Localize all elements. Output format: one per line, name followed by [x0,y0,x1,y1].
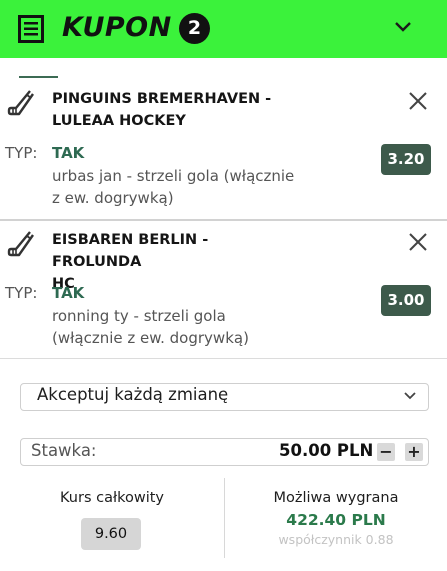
stake-input[interactable]: Stawka: 50.00 PLN − + [20,438,429,466]
hockey-stick-icon [7,231,34,257]
market-description-line: z ew. dogrywką) [52,189,174,207]
event-name-line: PINGUINS BREMERHAVEN - [52,91,272,107]
kupon-tab-bar [0,58,447,81]
total-odds-value: 9.60 [81,518,141,550]
event-name-line: HC [52,276,75,292]
total-odds-label: Kurs całkowity [60,490,164,506]
event-name: EISBAREN BERLIN - FROLUNDA HC [52,229,292,295]
event-name-line: EISBAREN BERLIN - FROLUNDA [52,232,209,270]
stake-increase-button[interactable]: + [405,443,423,461]
bet-selection: PINGUINS BREMERHAVEN - LULEAA HOCKEY TYP… [0,80,447,221]
kupon-header[interactable]: KUPON 2 [0,0,447,58]
selection-count-badge: 2 [179,13,210,44]
market-description: urbas jan - strzeli gola (włącznie z ew.… [52,165,302,209]
pick-value: TAK [52,284,85,302]
possible-win-label: Możliwa wygrana [273,490,399,506]
chevron-down-icon [404,392,416,400]
coefficient-text: współczynnik 0.88 [278,532,394,547]
market-description: ronning ty - strzeli gola (włącznie z ew… [52,305,302,349]
event-name-line: LULEAA HOCKEY [52,113,186,129]
pick-type-label: TYP: [5,284,38,302]
market-description-line: (włącznie z ew. dogrywką) [52,329,249,347]
receipt-list-icon[interactable] [18,15,44,43]
bet-selection: EISBAREN BERLIN - FROLUNDA HC TYP: TAK r… [0,221,447,359]
possible-win-value: 422.40 PLN [286,511,386,529]
chevron-down-icon[interactable] [394,20,412,34]
accept-changes-select[interactable]: Akceptuj każdą zmianę [20,383,429,411]
odds-badge: 3.20 [381,144,431,175]
odds-badge: 3.00 [381,285,431,316]
pick-type-label: TYP: [5,144,38,162]
market-description-line: urbas jan - strzeli gola (włącznie [52,167,295,185]
close-icon[interactable] [408,232,428,252]
market-description-line: ronning ty - strzeli gola [52,307,226,325]
event-name: PINGUINS BREMERHAVEN - LULEAA HOCKEY [52,88,292,132]
close-icon[interactable] [408,91,428,111]
accept-changes-value: Akceptuj każdą zmianę [37,385,229,404]
hockey-stick-icon [7,90,34,116]
stake-value[interactable]: 50.00 PLN [279,441,373,460]
active-tab-indicator [19,76,58,78]
stake-decrease-button[interactable]: − [377,443,395,461]
stake-label: Stawka: [31,441,97,460]
pick-value: TAK [52,144,85,162]
kupon-title: KUPON [62,12,172,43]
